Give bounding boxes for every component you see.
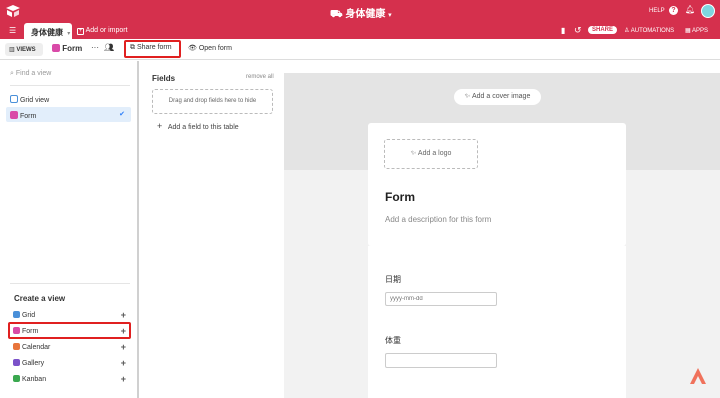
sparkle-icon: ✨︎ — [464, 93, 471, 100]
create-item-label: Grid — [21, 312, 36, 319]
open-form-button[interactable]: 👁︎ Open form — [188, 44, 232, 52]
automations-label: AUTOMATIONS — [630, 28, 675, 34]
plus-icon: + — [77, 28, 84, 35]
form-fields-card: 日期 体重 — [368, 246, 626, 398]
bell-icon[interactable]: 🔔︎ — [685, 5, 695, 14]
search-icon: ⌕ — [10, 70, 14, 77]
create-view-title: Create a view — [14, 294, 66, 303]
add-or-import-label: Add or import — [85, 27, 128, 34]
form-preview-area: ✨︎ Add a cover image ✨︎ Add a logo Form … — [284, 73, 720, 398]
create-calendar-button[interactable]: Calendar + — [10, 341, 130, 354]
open-form-label: Open form — [198, 45, 232, 52]
share-button[interactable]: SHARE — [588, 26, 618, 34]
divider — [10, 85, 130, 86]
menu-icon[interactable]: ☰ — [9, 26, 16, 35]
share-form-highlight — [124, 40, 181, 58]
remove-all-link[interactable]: remove all — [246, 74, 274, 80]
fields-title: Fields — [152, 74, 176, 83]
form-header-card: ✨︎ Add a logo Form Add a description for… — [368, 123, 626, 246]
add-logo-label: Add a logo — [417, 150, 452, 157]
hidden-fields-dropzone[interactable]: Drag and drop fields here to hide — [152, 89, 273, 114]
tab-label: 身体健康 — [31, 28, 63, 37]
find-view-placeholder: Find a view — [15, 70, 52, 77]
trash-icon[interactable]: ▮ — [561, 26, 565, 35]
avatar[interactable] — [701, 4, 715, 18]
plus-icon: + — [120, 310, 126, 320]
find-view-search[interactable]: ⌕ Find a view — [10, 70, 51, 78]
base-title[interactable]: ⛟ 身体健康 ▾ — [330, 5, 392, 22]
kanban-icon — [13, 375, 20, 382]
plus-icon: + — [120, 342, 126, 352]
create-kanban-button[interactable]: Kanban + — [10, 373, 130, 386]
field-label-weight: 体重 — [385, 336, 401, 345]
weight-input[interactable] — [385, 353, 497, 368]
more-options-icon[interactable]: ··· — [91, 43, 99, 52]
airtable-logo-icon[interactable] — [6, 5, 20, 19]
sidebar-item-grid-view[interactable]: Grid view — [6, 92, 131, 106]
date-input[interactable] — [385, 292, 497, 306]
divider — [10, 283, 130, 284]
sidebar-item-label: Form — [19, 113, 37, 120]
grid-icon — [13, 311, 20, 318]
views-toggle-button[interactable]: ▥ VIEWS — [5, 43, 43, 56]
create-item-label: Kanban — [21, 376, 47, 383]
current-view-name[interactable]: Form — [52, 44, 82, 53]
form-description[interactable]: Add a description for this form — [385, 215, 491, 224]
help-icon[interactable]: ? — [669, 6, 678, 15]
apps-button[interactable]: ▦ APPS — [685, 27, 708, 34]
plus-icon: + — [120, 374, 126, 384]
table-tab-bar: ☰ 身体健康 ▾ + Add or import ▮ ↺ SHARE ♙ AUT… — [0, 23, 720, 39]
eye-icon: 👁︎ — [188, 45, 197, 52]
plus-icon: + — [120, 358, 126, 368]
form-icon — [52, 44, 60, 52]
create-form-highlight — [8, 322, 131, 339]
form-icon — [10, 111, 18, 119]
field-label-date: 日期 — [385, 275, 401, 284]
add-or-import-button[interactable]: + Add or import — [77, 27, 128, 35]
views-label: VIEWS — [16, 47, 36, 53]
add-field-label: Add a field to this table — [167, 124, 239, 131]
add-logo-button[interactable]: ✨︎ Add a logo — [384, 139, 478, 169]
sidebar-item-label: Grid view — [19, 97, 50, 104]
sidebar-icon: ▥ — [9, 47, 15, 53]
airtable-watermark-icon — [688, 367, 708, 387]
create-item-label: Gallery — [21, 360, 45, 367]
gallery-icon — [13, 359, 20, 366]
sidebar-item-form[interactable]: Form ✔ — [6, 107, 131, 122]
help-link[interactable]: HELP — [649, 8, 665, 14]
current-view-label: Form — [62, 44, 83, 53]
plus-icon: + — [157, 121, 163, 131]
apps-label: APPS — [692, 28, 709, 34]
checkmark-icon: ✔ — [119, 111, 125, 118]
view-bar: ▥ VIEWS Form ··· 👥︎ ⧉ Share form 👁︎ Open… — [0, 39, 720, 60]
top-bar: ⛟ 身体健康 ▾ HELP ? 🔔︎ — [0, 0, 720, 23]
automations-icon: ♙ — [624, 28, 630, 34]
create-gallery-button[interactable]: Gallery + — [10, 357, 130, 370]
add-field-button[interactable]: + Add a field to this table — [157, 121, 239, 131]
apps-icon: ▦ — [685, 28, 691, 34]
create-grid-button[interactable]: Grid + — [10, 309, 130, 322]
calendar-icon — [13, 343, 20, 350]
add-cover-label: Add a cover image — [471, 93, 531, 100]
base-title-text: 身体健康 — [345, 9, 386, 20]
chevron-down-icon: ▾ — [388, 12, 392, 19]
fields-panel: Fields remove all Drag and drop fields h… — [141, 61, 284, 398]
tab-table-身体健康[interactable]: 身体健康 ▾ — [24, 23, 72, 39]
sparkle-icon: ✨︎ — [410, 150, 417, 157]
tab-close-icon[interactable]: ▾ — [67, 31, 70, 37]
collaborators-icon[interactable]: 👥︎ — [104, 43, 114, 52]
create-item-label: Calendar — [21, 344, 51, 351]
base-icon: ⛟ — [330, 9, 343, 20]
automations-button[interactable]: ♙ AUTOMATIONS — [624, 27, 674, 34]
views-sidebar: ⌕ Find a view Grid view Form ✔ Create a … — [0, 61, 139, 398]
history-icon[interactable]: ↺ — [574, 25, 582, 36]
add-cover-image-button[interactable]: ✨︎ Add a cover image — [454, 89, 541, 105]
grid-icon — [10, 95, 18, 103]
form-title[interactable]: Form — [385, 190, 415, 204]
